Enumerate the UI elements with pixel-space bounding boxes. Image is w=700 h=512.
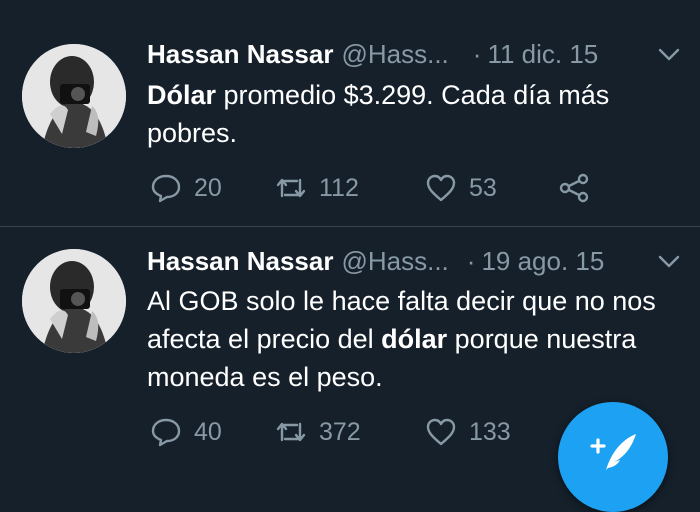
share-icon xyxy=(559,173,589,203)
reply-count: 40 xyxy=(194,417,222,446)
author-name[interactable]: Hassan Nassar xyxy=(147,39,333,70)
reply-icon xyxy=(151,174,181,203)
tweet-actions: 40 372 133 xyxy=(150,414,610,450)
tweet-timestamp[interactable]: 19 ago. 15 xyxy=(481,246,604,277)
tweet-header: Hassan Nassar @Hass... · 19 ago. 15 xyxy=(147,244,682,278)
tweet-timestamp[interactable]: 11 dic. 15 xyxy=(487,39,598,70)
author-handle[interactable]: @Hass... xyxy=(341,39,448,70)
retweet-count: 112 xyxy=(319,173,359,202)
heart-icon xyxy=(426,418,456,446)
highlighted-keyword: Dólar xyxy=(147,80,217,110)
tweet-actions: 20 112 53 xyxy=(150,170,610,206)
share-button[interactable] xyxy=(558,170,602,206)
reply-count: 20 xyxy=(194,173,222,202)
avatar[interactable] xyxy=(22,249,126,353)
like-button[interactable]: 53 xyxy=(425,170,497,206)
retweet-button[interactable]: 372 xyxy=(275,414,361,450)
separator-dot: · xyxy=(466,245,476,276)
author-name[interactable]: Hassan Nassar xyxy=(147,246,333,277)
highlighted-keyword: dólar xyxy=(381,324,448,354)
like-count: 53 xyxy=(469,173,497,202)
like-count: 133 xyxy=(469,417,511,446)
chevron-down-icon[interactable] xyxy=(656,250,682,272)
separator-dot: · xyxy=(472,38,482,69)
retweet-button[interactable]: 112 xyxy=(275,170,359,206)
chevron-down-icon[interactable] xyxy=(656,43,682,65)
reply-button[interactable]: 20 xyxy=(150,170,222,206)
retweet-icon xyxy=(276,422,306,442)
reply-icon xyxy=(151,418,181,447)
reply-button[interactable]: 40 xyxy=(150,414,222,450)
retweet-icon xyxy=(276,178,306,198)
avatar[interactable] xyxy=(22,44,126,148)
like-button[interactable]: 133 xyxy=(425,414,511,450)
author-handle[interactable]: @Hass... xyxy=(341,246,448,277)
heart-icon xyxy=(426,174,456,202)
compose-tweet-button[interactable] xyxy=(558,402,668,512)
tweet-text-rest: promedio $3.299. Cada día más pobres. xyxy=(147,80,610,148)
tweet-header: Hassan Nassar @Hass... · 11 dic. 15 xyxy=(147,37,682,71)
tweet[interactable]: Hassan Nassar @Hass... · 11 dic. 15 Dóla… xyxy=(0,0,700,227)
tweet-text: Al GOB solo le hace falta decir que no n… xyxy=(147,282,667,396)
compose-tweet-icon xyxy=(590,434,636,470)
tweet-text: Dólar promedio $3.299. Cada día más pobr… xyxy=(147,76,667,152)
retweet-count: 372 xyxy=(319,417,361,446)
